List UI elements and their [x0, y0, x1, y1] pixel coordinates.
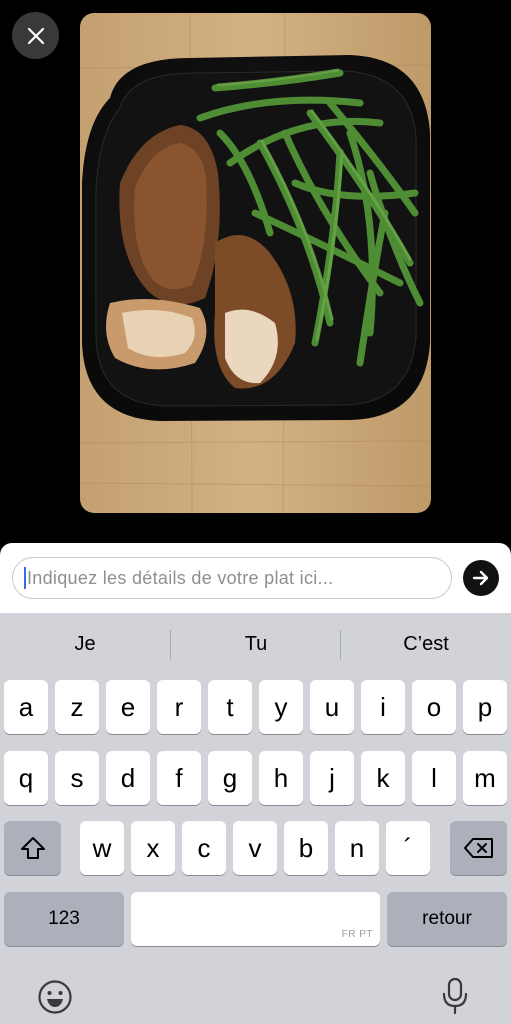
key-o[interactable]: o	[412, 680, 456, 734]
emoji-icon	[38, 980, 72, 1014]
meal-photo	[80, 13, 431, 513]
suggestion-bar: Je Tu C’est	[0, 613, 511, 675]
backspace-key[interactable]	[450, 821, 507, 875]
key-y[interactable]: y	[259, 680, 303, 734]
key-h[interactable]: h	[259, 751, 303, 805]
key-e[interactable]: e	[106, 680, 150, 734]
key-c[interactable]: c	[182, 821, 226, 875]
key-m[interactable]: m	[463, 751, 507, 805]
close-button[interactable]	[12, 12, 59, 59]
key-t[interactable]: t	[208, 680, 252, 734]
key-l[interactable]: l	[412, 751, 456, 805]
key-f[interactable]: f	[157, 751, 201, 805]
message-bar: Indiquez les détails de votre plat ici..…	[0, 543, 511, 613]
dish-details-input[interactable]: Indiquez les détails de votre plat ici..…	[12, 557, 452, 599]
key-r[interactable]: r	[157, 680, 201, 734]
key-d[interactable]: d	[106, 751, 150, 805]
numbers-key[interactable]: 123	[4, 892, 124, 946]
emoji-button[interactable]	[37, 979, 73, 1020]
return-key[interactable]: retour	[387, 892, 507, 946]
key-s[interactable]: s	[55, 751, 99, 805]
key-x[interactable]: x	[131, 821, 175, 875]
key-q[interactable]: q	[4, 751, 48, 805]
keyboard: Je Tu C’est a z e r t y u i o p q s d f …	[0, 613, 511, 1024]
key-b[interactable]: b	[284, 821, 328, 875]
shift-key[interactable]	[4, 821, 61, 875]
suggestion-tu[interactable]: Tu	[171, 613, 341, 675]
space-key[interactable]: FR PT	[131, 892, 380, 946]
key-w[interactable]: w	[80, 821, 124, 875]
key-n[interactable]: n	[335, 821, 379, 875]
key-u[interactable]: u	[310, 680, 354, 734]
key-p[interactable]: p	[463, 680, 507, 734]
dictation-button[interactable]	[440, 977, 470, 1020]
suggestion-je[interactable]: Je	[0, 613, 170, 675]
suggestion-cest[interactable]: C’est	[341, 613, 511, 675]
arrow-right-icon	[472, 570, 489, 586]
key-j[interactable]: j	[310, 751, 354, 805]
key-i[interactable]: i	[361, 680, 405, 734]
dish-details-placeholder: Indiquez les détails de votre plat ici..…	[27, 567, 334, 588]
text-caret	[24, 567, 26, 589]
space-language-hint: FR PT	[341, 929, 373, 940]
key-v[interactable]: v	[233, 821, 277, 875]
key-accent[interactable]: ´	[386, 821, 430, 875]
key-g[interactable]: g	[208, 751, 252, 805]
shift-icon	[20, 837, 45, 859]
key-a[interactable]: a	[4, 680, 48, 734]
microphone-icon	[442, 977, 468, 1015]
key-z[interactable]: z	[55, 680, 99, 734]
close-icon	[27, 27, 44, 44]
key-k[interactable]: k	[361, 751, 405, 805]
send-button[interactable]	[463, 560, 499, 596]
backspace-icon	[463, 838, 493, 858]
